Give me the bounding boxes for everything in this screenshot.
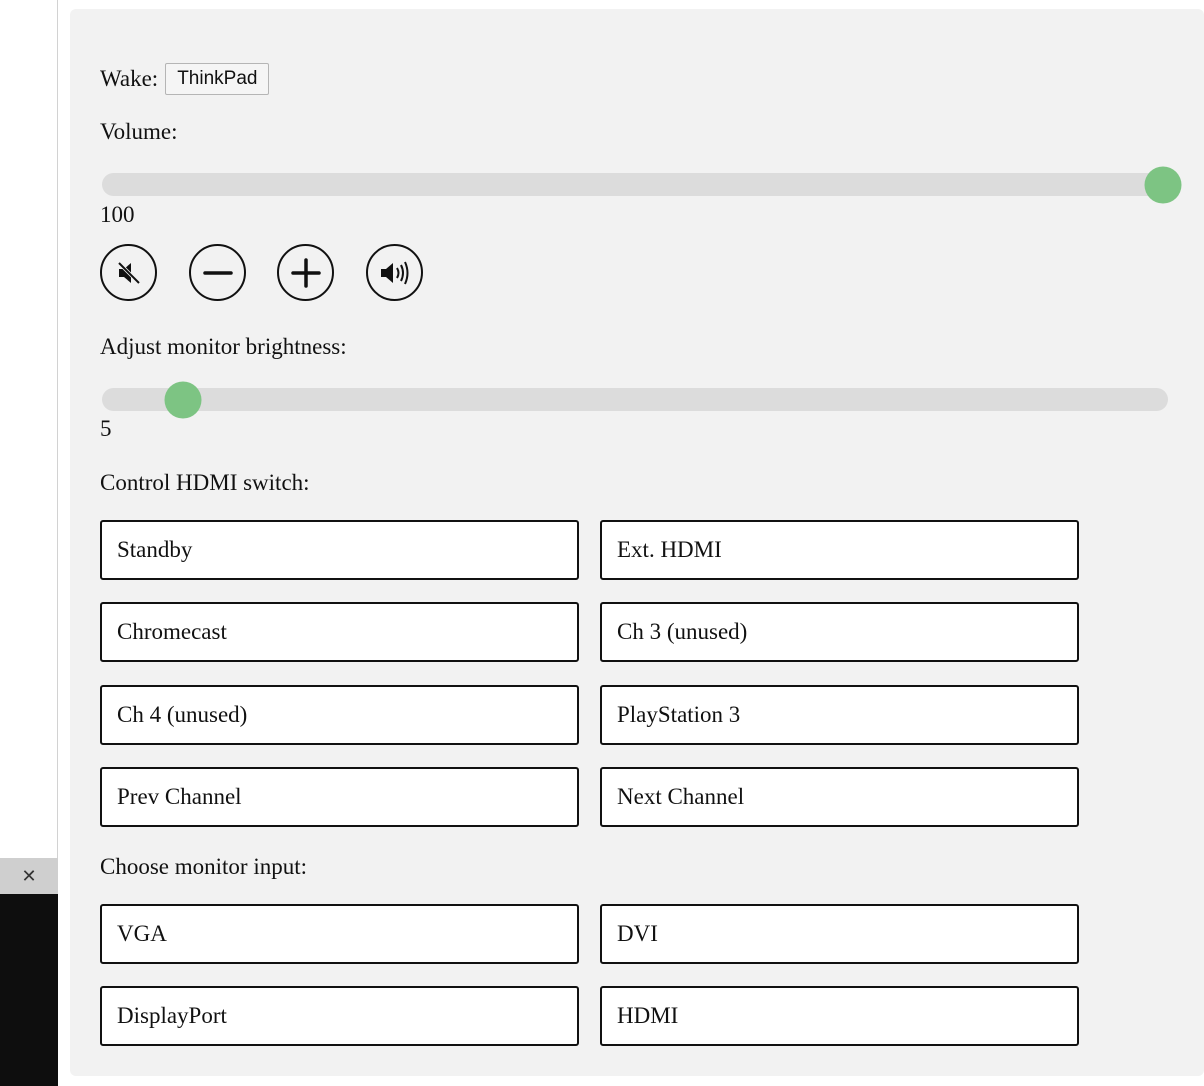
input-vga-button[interactable]: VGA [100, 904, 579, 964]
volume-value: 100 [100, 202, 135, 227]
hdmi-ch3-button[interactable]: Ch 3 (unused) [600, 602, 1079, 662]
monitor-input-label: Choose monitor input: [100, 854, 307, 879]
wake-thinkpad-button[interactable]: ThinkPad [165, 63, 270, 95]
input-displayport-button[interactable]: DisplayPort [100, 986, 579, 1046]
volume-label: Volume: [100, 119, 178, 144]
volume-slider-thumb[interactable] [1144, 166, 1182, 203]
input-dvi-button[interactable]: DVI [600, 904, 1079, 964]
hdmi-ch4-button[interactable]: Ch 4 (unused) [100, 685, 579, 745]
brightness-slider-thumb[interactable] [164, 381, 202, 418]
volume-down-button[interactable] [189, 244, 246, 301]
dark-panel [0, 894, 58, 1086]
brightness-slider[interactable] [102, 381, 1168, 418]
close-icon: ✕ [21, 865, 37, 887]
hdmi-prev-channel-button[interactable]: Prev Channel [100, 767, 579, 827]
brightness-label: Adjust monitor brightness: [100, 334, 347, 359]
plus-icon [290, 257, 321, 288]
hdmi-next-channel-button[interactable]: Next Channel [600, 767, 1079, 827]
input-hdmi-button[interactable]: HDMI [600, 986, 1079, 1046]
hdmi-ext-hdmi-button[interactable]: Ext. HDMI [600, 520, 1079, 580]
hdmi-switch-label: Control HDMI switch: [100, 470, 310, 495]
wake-label: Wake: [100, 66, 159, 91]
control-panel: Wake: ThinkPad Volume: 100 Adjust monito… [70, 9, 1204, 1076]
mute-button[interactable] [100, 244, 157, 301]
wake-row: Wake: ThinkPad [100, 63, 270, 95]
brightness-value: 5 [100, 416, 112, 441]
close-button[interactable]: ✕ [0, 858, 58, 894]
speaker-muted-icon [117, 261, 140, 284]
hdmi-playstation3-button[interactable]: PlayStation 3 [600, 685, 1079, 745]
minus-icon [202, 270, 233, 275]
volume-max-button[interactable] [366, 244, 423, 301]
volume-slider[interactable] [102, 166, 1182, 203]
hdmi-standby-button[interactable]: Standby [100, 520, 579, 580]
volume-up-button[interactable] [277, 244, 334, 301]
hdmi-chromecast-button[interactable]: Chromecast [100, 602, 579, 662]
speaker-loud-icon [380, 261, 408, 284]
